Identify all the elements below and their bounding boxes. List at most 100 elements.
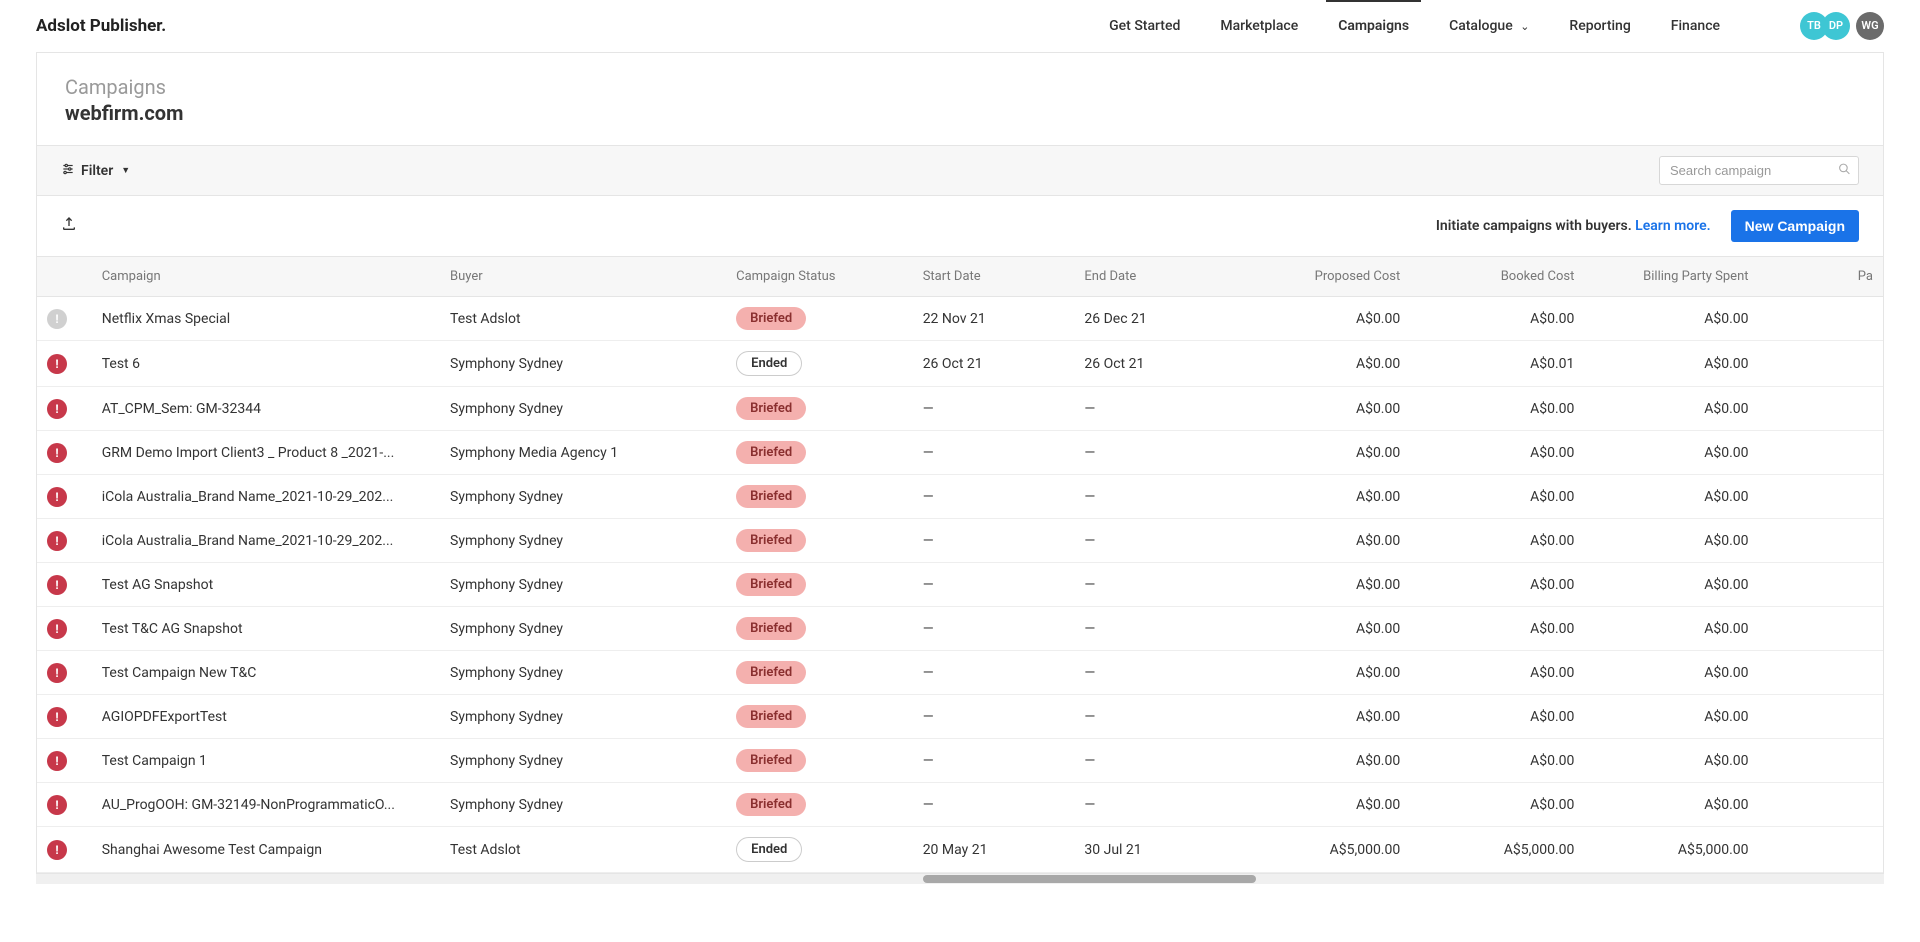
table-row[interactable]: !Test Campaign New T&CSymphony SydneyBri… [37, 651, 1883, 695]
table-row[interactable]: !AU_ProgOOH: GM-32149-NonProgrammaticO..… [37, 783, 1883, 827]
alert-icon: ! [47, 575, 67, 595]
cell-paid [1759, 563, 1883, 607]
cell-campaign: Shanghai Awesome Test Campaign [92, 827, 440, 873]
cell-buyer: Symphony Sydney [440, 607, 726, 651]
new-campaign-button[interactable]: New Campaign [1731, 210, 1859, 242]
cell-billing: A$0.00 [1584, 563, 1758, 607]
search-icon [1838, 162, 1851, 179]
status-badge: Ended [736, 837, 802, 862]
page-subtitle: webfirm.com [65, 101, 1855, 125]
cell-end: — [1074, 739, 1236, 783]
table-row[interactable]: ! GRM Demo Import Client3 _ Product 8 _20… [37, 431, 1883, 475]
main-nav: Get Started Marketplace Campaigns Catalo… [1109, 2, 1884, 50]
export-icon[interactable] [61, 216, 77, 236]
col-start[interactable]: Start Date [913, 257, 1075, 297]
col-status[interactable]: Campaign Status [726, 257, 913, 297]
col-paid[interactable]: Pa [1759, 257, 1883, 297]
cell-start: — [913, 651, 1075, 695]
cell-booked: A$0.00 [1410, 607, 1584, 651]
cell-billing: A$0.00 [1584, 695, 1758, 739]
cell-campaign: iCola Australia_Brand Name_2021-10-29_20… [92, 475, 440, 519]
cell-billing: A$0.00 [1584, 519, 1758, 563]
table-row[interactable]: !Test AG SnapshotSymphony SydneyBriefed—… [37, 563, 1883, 607]
cell-booked: A$0.00 [1410, 519, 1584, 563]
cell-start: — [913, 387, 1075, 431]
cell-paid [1759, 431, 1883, 475]
table-row[interactable]: !iCola Australia_Brand Name_2021-10-29_2… [37, 475, 1883, 519]
nav-marketplace[interactable]: Marketplace [1220, 2, 1298, 50]
alert-icon: ! [47, 707, 67, 727]
alert-icon: ! [47, 443, 67, 463]
cell-end: 30 Jul 21 [1074, 827, 1236, 873]
alert-icon: ! [47, 751, 67, 771]
nav-reporting[interactable]: Reporting [1569, 2, 1630, 50]
initiate-text: Initiate campaigns with buyers. Learn mo… [1436, 218, 1711, 234]
search-input[interactable] [1659, 156, 1859, 185]
table-row[interactable]: ! iCola Australia_Brand Name_2021-10-29_2… [37, 519, 1883, 563]
status-badge: Briefed [736, 749, 806, 772]
cell-billing: A$0.00 [1584, 607, 1758, 651]
cell-end: 26 Oct 21 [1074, 341, 1236, 387]
filter-button[interactable]: Filter ▼ [61, 162, 130, 180]
cell-campaign: iCola Australia_Brand Name_2021-10-29_20… [92, 519, 440, 563]
cell-booked: A$0.00 [1410, 695, 1584, 739]
table-row[interactable]: !Netflix Xmas SpecialTest AdslotBriefed2… [37, 297, 1883, 341]
col-billing[interactable]: Billing Party Spent [1584, 257, 1758, 297]
nav-get-started[interactable]: Get Started [1109, 2, 1180, 50]
horizontal-scrollbar[interactable] [36, 874, 1884, 884]
cell-proposed: A$0.00 [1236, 297, 1410, 341]
cell-booked: A$0.00 [1410, 431, 1584, 475]
cell-paid [1759, 341, 1883, 387]
page-card: Campaigns webfirm.com Filter ▼ Initiate … [36, 52, 1884, 874]
cell-buyer: Symphony Sydney [440, 651, 726, 695]
cell-booked: A$0.00 [1410, 387, 1584, 431]
cell-booked: A$5,000.00 [1410, 827, 1584, 873]
cell-billing: A$0.00 [1584, 431, 1758, 475]
cell-buyer: Symphony Sydney [440, 519, 726, 563]
cell-end: — [1074, 651, 1236, 695]
avatar: DP [1822, 12, 1850, 40]
col-proposed[interactable]: Proposed Cost [1236, 257, 1410, 297]
cell-campaign: AT_CPM_Sem: GM-32344 [92, 387, 440, 431]
table-scroll[interactable]: Campaign Buyer Campaign Status Start Dat… [37, 257, 1883, 873]
col-buyer[interactable]: Buyer [440, 257, 726, 297]
cell-start: — [913, 475, 1075, 519]
cell-proposed: A$0.00 [1236, 607, 1410, 651]
cell-campaign: Test 6 [92, 341, 440, 387]
table-row[interactable]: !Test T&C AG SnapshotSymphony SydneyBrie… [37, 607, 1883, 651]
cell-paid [1759, 783, 1883, 827]
nav-campaigns[interactable]: Campaigns [1338, 2, 1409, 50]
avatar-pair[interactable]: TB DP [1800, 12, 1850, 40]
alert-icon: ! [47, 619, 67, 639]
cell-proposed: A$0.00 [1236, 519, 1410, 563]
cell-start: — [913, 519, 1075, 563]
learn-more-link[interactable]: Learn more. [1635, 218, 1710, 234]
col-end[interactable]: End Date [1074, 257, 1236, 297]
nav-finance[interactable]: Finance [1671, 2, 1720, 50]
cell-proposed: A$0.00 [1236, 341, 1410, 387]
table-row[interactable]: !AGIOPDFExportTestSymphony SydneyBriefed… [37, 695, 1883, 739]
cell-campaign: GRM Demo Import Client3 _ Product 8 _202… [92, 431, 440, 475]
col-campaign[interactable]: Campaign [92, 257, 440, 297]
table-row[interactable]: !Test 6Symphony SydneyEnded26 Oct 2126 O… [37, 341, 1883, 387]
scrollbar-thumb[interactable] [923, 875, 1256, 883]
avatar-user[interactable]: WG [1856, 12, 1884, 40]
cell-buyer: Symphony Media Agency 1 [440, 431, 726, 475]
status-badge: Briefed [736, 617, 806, 640]
table-row[interactable]: !Shanghai Awesome Test CampaignTest Adsl… [37, 827, 1883, 873]
campaigns-table: Campaign Buyer Campaign Status Start Dat… [37, 257, 1883, 873]
table-row[interactable]: !Test Campaign 1Symphony SydneyBriefed——… [37, 739, 1883, 783]
col-booked[interactable]: Booked Cost [1410, 257, 1584, 297]
cell-end: — [1074, 519, 1236, 563]
cell-booked: A$0.00 [1410, 297, 1584, 341]
nav-catalogue[interactable]: Catalogue ⌄ [1449, 2, 1529, 50]
cell-booked: A$0.00 [1410, 739, 1584, 783]
search-wrap [1659, 156, 1859, 185]
cell-billing: A$0.00 [1584, 341, 1758, 387]
cell-booked: A$0.00 [1410, 651, 1584, 695]
cell-start: 22 Nov 21 [913, 297, 1075, 341]
cell-paid [1759, 695, 1883, 739]
alert-icon: ! [47, 531, 67, 551]
table-row[interactable]: !AT_CPM_Sem: GM-32344Symphony SydneyBrie… [37, 387, 1883, 431]
col-alert [37, 257, 92, 297]
